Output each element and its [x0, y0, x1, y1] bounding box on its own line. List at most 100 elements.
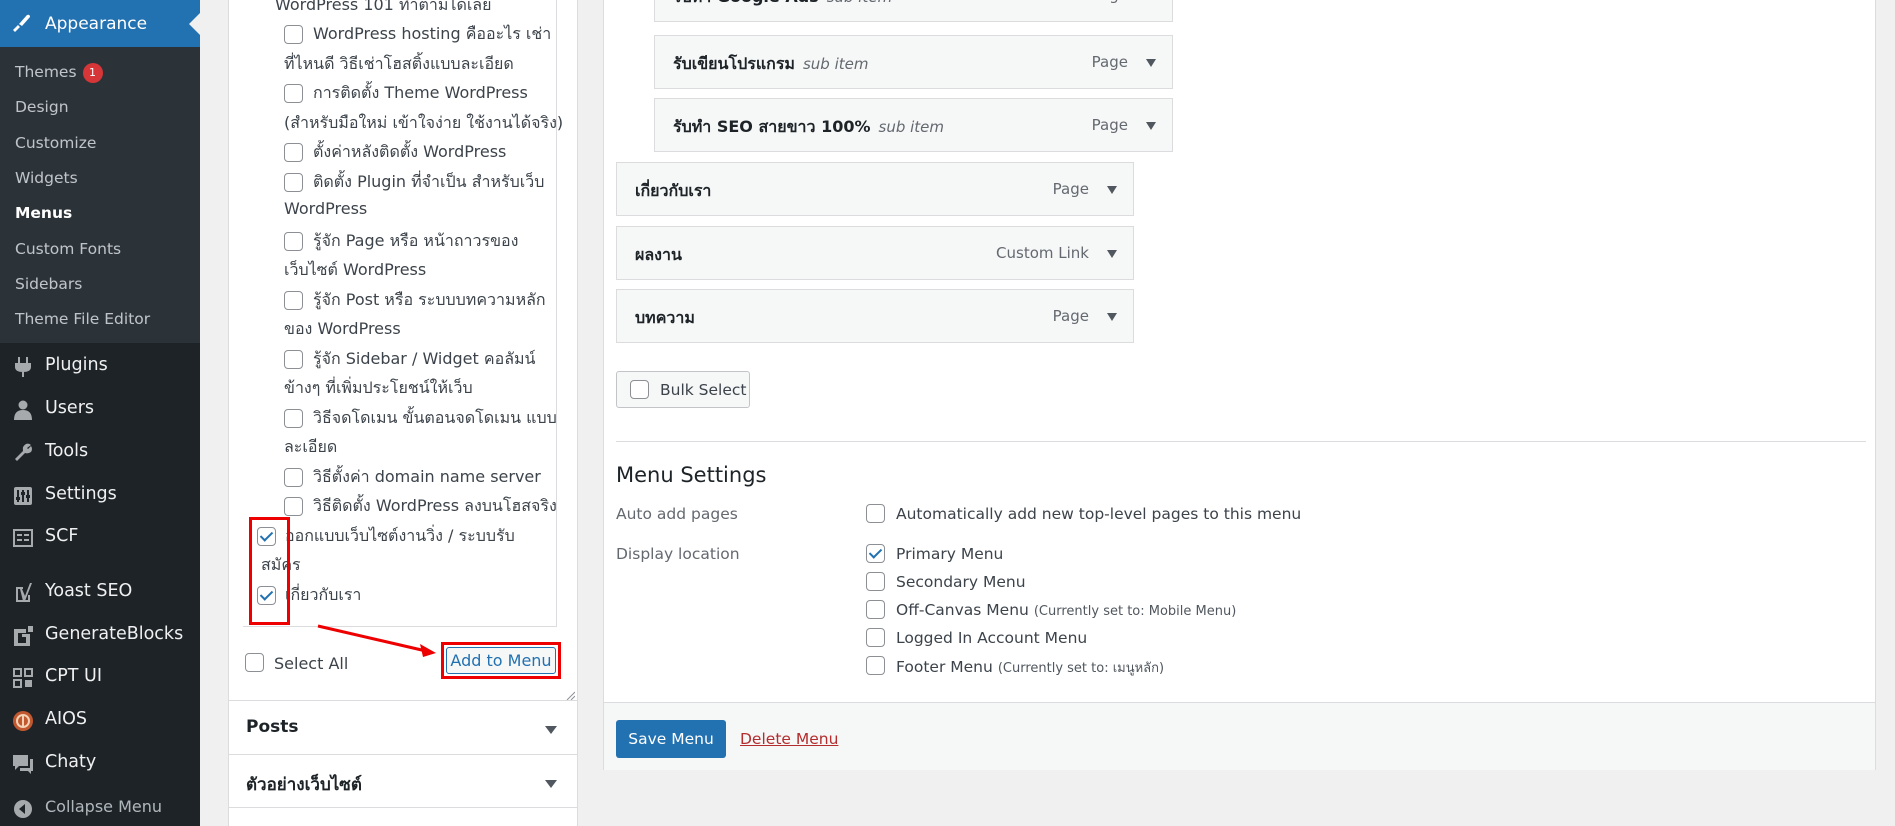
page-checkbox[interactable] [284, 231, 303, 251]
sidebar-item-label: Chaty [45, 752, 97, 772]
admin-sidebar: Appearance Themes 1 Design Customize Widg… [0, 0, 200, 826]
sidebar-item-yoast-seo[interactable]: Yoast SEO [0, 572, 200, 612]
page-checkbox[interactable] [284, 172, 303, 192]
page-checkbox[interactable] [284, 349, 303, 369]
user-icon [12, 399, 34, 421]
caret-down-icon[interactable] [1146, 122, 1156, 130]
sidebar-item-label: AIOS [45, 709, 88, 729]
sidebar-item-label: SCF [45, 526, 79, 546]
page-item-label: ติดตั้ง Plugin ที่จำเป็น สำหรับเว็บ [313, 171, 545, 191]
delete-menu-link[interactable]: Delete Menu [740, 730, 838, 748]
page-item-label: ของ WordPress [284, 319, 401, 338]
page-checkbox[interactable] [284, 467, 303, 487]
page-item-label: ละเอียด [284, 437, 338, 456]
resize-handle-icon[interactable] [565, 690, 575, 700]
caret-down-icon[interactable] [1107, 250, 1117, 258]
submenu-item-themes[interactable]: Themes 1 [15, 63, 103, 83]
sidebar-item-label: Appearance [45, 14, 148, 34]
submenu-item-customize[interactable]: Customize [15, 134, 96, 152]
page-item-label: ตั้งค่าหลังติดตั้ง WordPress [313, 142, 507, 161]
sub-item-label: sub item [802, 55, 869, 73]
menu-item-title-text: เกี่ยวกับเรา [635, 181, 712, 200]
add-to-menu-button[interactable]: Add to Menu [441, 642, 561, 679]
sidebar-item-cpt-ui[interactable]: CPT UI [0, 657, 200, 697]
page-checkbox[interactable] [284, 497, 303, 516]
sidebar-item-label: CPT UI [45, 666, 102, 686]
page-checkbox[interactable] [284, 290, 303, 310]
page-item-label: รู้จัก Post หรือ ระบบบทความหลัก [313, 289, 546, 309]
menu-item-title: ผลงาน [635, 243, 682, 268]
page-item-label: เว็บไซต์ WordPress [284, 260, 427, 279]
sidebar-item-label: Tools [45, 441, 89, 461]
sub-item-label: sub item [878, 118, 945, 136]
location-checkbox[interactable] [866, 628, 885, 647]
location-checkbox[interactable] [866, 572, 885, 591]
sidebar-item-chaty[interactable]: Chaty [0, 743, 200, 783]
collapse-menu-button[interactable]: Collapse Menu [0, 788, 200, 826]
submenu-item-design[interactable]: Design [15, 98, 69, 116]
sidebar-item-appearance[interactable]: Appearance [0, 0, 200, 47]
accordion-title: Posts [246, 717, 299, 737]
menu-item-row[interactable]: ผลงาน Custom Link [616, 226, 1134, 280]
menu-item-title: บทความ [635, 306, 695, 331]
location-note: (Currently set to: Mobile Menu) [1033, 604, 1237, 619]
auto-add-pages-checkbox[interactable] [866, 504, 885, 523]
location-note: (Currently set to: เมนูหลัก) [997, 661, 1165, 676]
accordion-title: ตัวอย่างเว็บไซต์ [246, 775, 362, 795]
caret-down-icon[interactable] [1107, 313, 1117, 321]
menu-item-row[interactable]: รับทำ Google Ads sub item Page [654, 0, 1173, 22]
sidebar-item-label: Users [45, 398, 95, 418]
aios-icon [12, 710, 34, 732]
location-checkbox[interactable] [866, 544, 885, 563]
menu-item-row[interactable]: รับเขียนโปรแกรม sub item Page [654, 35, 1173, 89]
select-all-checkbox[interactable] [245, 653, 264, 672]
menu-item-row[interactable]: รับทำ SEO สายขาว 100% sub item Page [654, 98, 1173, 152]
menu-item-title: รับทำ SEO สายขาว 100% sub item [673, 115, 944, 140]
collapse-icon [12, 798, 34, 820]
location-checkbox[interactable] [866, 600, 885, 619]
location-checkbox[interactable] [866, 656, 885, 675]
accordion-sample-sites[interactable]: ตัวอย่างเว็บไซต์ [229, 754, 577, 807]
page-checkbox[interactable] [284, 143, 303, 162]
caret-down-icon[interactable] [1146, 59, 1156, 67]
sidebar-item-scf[interactable]: SCF [0, 517, 200, 557]
menu-item-type: Page [1091, 116, 1128, 134]
scf-icon [12, 527, 34, 549]
accordion-posts[interactable]: Posts [229, 700, 577, 753]
page-item-label: วิธีจดโดเมน ขั้นตอนจดโดเมน แบบ [313, 407, 557, 427]
menu-item-row[interactable]: เกี่ยวกับเรา Page [616, 162, 1134, 216]
page-checkbox[interactable] [284, 25, 303, 44]
sidebar-item-tools[interactable]: Tools [0, 432, 200, 472]
pages-checklist: WordPress 101 ทำตามได้เลย WordPress host… [243, 0, 563, 627]
submenu-item-sidebars[interactable]: Sidebars [15, 275, 82, 293]
submenu-item-menus[interactable]: Menus [15, 204, 72, 222]
list-item-partial: WordPress 101 ทำตามได้เลย [275, 0, 492, 14]
caret-down-icon [545, 726, 557, 734]
sidebar-item-aios[interactable]: AIOS [0, 700, 200, 740]
sidebar-item-plugins[interactable]: Plugins [0, 346, 200, 386]
submenu-item-theme-file-editor[interactable]: Theme File Editor [15, 310, 150, 328]
menu-item-title-text: รับทำ SEO สายขาว 100% [673, 117, 871, 136]
location-label: Off-Canvas Menu [896, 601, 1029, 619]
caret-down-icon[interactable] [1107, 186, 1117, 194]
sidebar-item-generateblocks[interactable]: GenerateBlocks [0, 615, 200, 655]
bulk-select-button[interactable]: Bulk Select [616, 371, 750, 408]
display-location-label: Display location [616, 545, 740, 563]
submenu-item-custom-fonts[interactable]: Custom Fonts [15, 240, 121, 258]
submenu-label: Themes [15, 63, 77, 81]
save-menu-button[interactable]: Save Menu [616, 720, 726, 758]
submenu-item-widgets[interactable]: Widgets [15, 169, 78, 187]
plug-icon [12, 356, 34, 378]
auto-add-pages-label: Auto add pages [616, 505, 738, 523]
sidebar-item-settings[interactable]: Settings [0, 475, 200, 515]
sidebar-item-users[interactable]: Users [0, 389, 200, 429]
page-item-label: (สำหรับมือใหม่ เข้าใจง่าย ใช้งานได้จริง) [284, 112, 564, 132]
accordion-next [229, 807, 577, 826]
menu-item-row[interactable]: บทความ Page [616, 289, 1134, 343]
blocks-icon [12, 625, 34, 647]
page-item-label: WordPress [284, 199, 368, 218]
settings-icon [12, 485, 34, 507]
page-checkbox[interactable] [284, 408, 303, 428]
page-checkbox[interactable] [284, 84, 303, 103]
menu-item-type: Custom Link [996, 244, 1089, 262]
